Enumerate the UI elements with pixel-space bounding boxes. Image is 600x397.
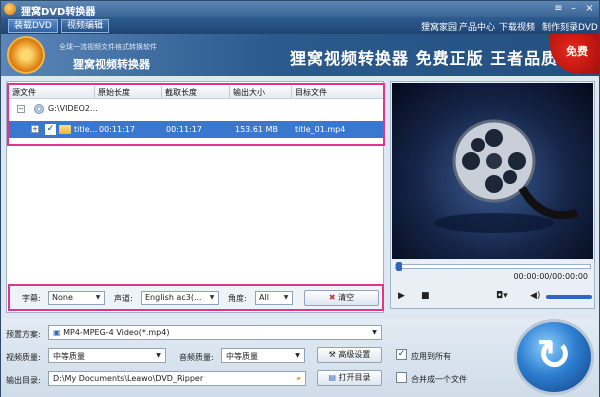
chevron-down-icon: ▼: [372, 329, 377, 336]
settings-panel: 预置方案: ▣ MP4-MPEG-4 Video(*.mp4) ▼ 视频质量: …: [1, 319, 599, 397]
disc-row[interactable]: − G:\VIDEO2...: [9, 100, 383, 119]
merge-label: 合并成一个文件: [411, 375, 467, 384]
audio-label: 声道:: [114, 294, 133, 303]
banner: 全球一流视频文件格式转换软件 狸窝视频转换器 狸窝视频转换器 免费正版 王者品质…: [1, 34, 599, 76]
track-options-bar: 字幕: None ▼ 声道: English ac3(... ▼ 角度: All…: [8, 284, 384, 311]
file-panel: 源文件 原始长度 截取长度 输出大小 目标文件 − G:\VIDEO2... +…: [6, 81, 385, 313]
title-bar: 狸窝DVD转换器 ≡ – ×: [1, 1, 599, 18]
audio-quality-select[interactable]: 中等质量 ▼: [221, 348, 305, 363]
col-target-file[interactable]: 目标文件: [295, 87, 327, 98]
output-label: 输出目录:: [6, 376, 41, 385]
film-reel-graphic: [434, 119, 579, 233]
audio-quality-label: 音频质量:: [179, 353, 214, 362]
tab-video-edit[interactable]: 视频编辑: [61, 19, 110, 33]
window-title: 狸窝DVD转换器: [21, 7, 96, 18]
angle-label: 角度:: [228, 294, 247, 303]
seek-knob[interactable]: [396, 262, 402, 271]
col-trim-length[interactable]: 截取长度: [165, 87, 197, 98]
link-download[interactable]: 下载视频: [499, 20, 535, 33]
video-preview: [392, 83, 593, 259]
banner-slogan: 狸窝视频转换器 免费正版 王者品质: [290, 49, 559, 68]
folder-browse-icon[interactable]: ▰: [293, 373, 304, 384]
close-button[interactable]: ×: [583, 3, 596, 15]
clear-button[interactable]: ✖ 清空: [304, 290, 379, 306]
clear-label: 清空: [338, 293, 355, 302]
row-target: title_01.mp4: [295, 125, 346, 134]
link-home[interactable]: 狸窝家园: [421, 20, 457, 33]
output-path-field[interactable]: D:\My Documents\Leawo\DVD_Ripper ▰: [48, 371, 306, 386]
stop-icon[interactable]: ■: [421, 291, 430, 301]
merge-checkbox[interactable]: [396, 372, 407, 383]
menu-row: 装载DVD 视频编辑 狸窝家园 产品中心 下载视频 制作刻录DVD: [1, 17, 599, 34]
chevron-down-icon: ▼: [295, 352, 300, 359]
row-original: 00:11:17: [99, 125, 135, 134]
collapse-icon[interactable]: −: [17, 105, 25, 113]
row-name: title...: [74, 125, 98, 134]
film-reel-logo-icon: [7, 36, 45, 74]
preset-select[interactable]: ▣ MP4-MPEG-4 Video(*.mp4) ▼: [48, 325, 382, 340]
advanced-label: 高级设置: [338, 350, 371, 359]
table-row[interactable]: + ✓ title... 00:11:17 00:11:17 153.61 MB…: [9, 121, 383, 138]
expand-icon[interactable]: +: [31, 125, 39, 133]
link-products[interactable]: 产品中心: [459, 20, 495, 33]
audio-value: English ac3(...: [145, 293, 202, 302]
output-path: D:\My Documents\Leawo\DVD_Ripper: [53, 374, 204, 383]
file-list: 源文件 原始长度 截取长度 输出大小 目标文件 − G:\VIDEO2... +…: [7, 83, 385, 146]
video-quality-label: 视频质量:: [6, 353, 41, 362]
apply-all-label: 应用到所有: [411, 352, 451, 361]
row-trim: 00:11:17: [166, 125, 202, 134]
row-size: 153.61 MB: [235, 125, 278, 134]
subtitle-label: 字幕:: [22, 294, 41, 303]
time-display: 00:00:00/00:00:00: [513, 272, 588, 281]
preset-label: 预置方案:: [6, 330, 41, 339]
preset-value: MP4-MPEG-4 Video(*.mp4): [63, 328, 170, 337]
tab-load-dvd[interactable]: 装载DVD: [8, 19, 58, 33]
clear-icon: ✖: [328, 293, 339, 302]
convert-button[interactable]: ↻: [514, 319, 594, 395]
subtitle-value: None: [52, 293, 73, 302]
seek-slider[interactable]: [395, 262, 591, 271]
folder-icon: [59, 125, 71, 134]
audio-quality-value: 中等质量: [226, 352, 258, 361]
app-window: 狸窝DVD转换器 ≡ – × 装载DVD 视频编辑 狸窝家园 产品中心 下载视频…: [0, 0, 600, 397]
preview-panel: 00:00:00/00:00:00 ▶ ■ ◘▾ ◀): [390, 81, 595, 309]
angle-value: All: [259, 293, 269, 302]
convert-icon: ↻: [536, 330, 572, 379]
video-file-icon: ▣: [53, 328, 64, 337]
play-icon[interactable]: ▶: [398, 291, 405, 301]
video-quality-select[interactable]: 中等质量 ▼: [48, 348, 166, 363]
chevron-down-icon: ▼: [156, 352, 161, 359]
chevron-down-icon: ▼: [209, 294, 215, 301]
col-original-length[interactable]: 原始长度: [98, 87, 130, 98]
chevron-down-icon: ▼: [283, 294, 289, 301]
disc-icon: [34, 104, 44, 114]
open-dir-label: 打开目录: [338, 373, 371, 382]
volume-slider[interactable]: [546, 295, 592, 299]
app-logo-icon: [4, 3, 16, 15]
row-checkbox[interactable]: ✓: [45, 124, 56, 135]
banner-tagline: 全球一流视频文件格式转换软件: [59, 43, 157, 51]
skin-icon[interactable]: ≡: [552, 3, 565, 15]
video-quality-value: 中等质量: [53, 352, 85, 361]
angle-select[interactable]: All ▼: [255, 291, 293, 305]
audio-select[interactable]: English ac3(... ▼: [141, 291, 219, 305]
col-output-size[interactable]: 输出大小: [233, 87, 265, 98]
tools-icon: ⚒: [328, 350, 339, 359]
apply-all-checkbox[interactable]: ✓: [396, 349, 407, 360]
advanced-settings-button[interactable]: ⚒ 高级设置: [317, 347, 382, 363]
link-burn-dvd[interactable]: 制作刻录DVD: [542, 20, 598, 33]
camera-icon[interactable]: ◘▾: [496, 291, 508, 301]
banner-product-name: 狸窝视频转换器: [73, 58, 150, 71]
table-header: 源文件 原始长度 截取长度 输出大小 目标文件: [9, 85, 383, 99]
subtitle-select[interactable]: None ▼: [48, 291, 105, 305]
disc-path: G:\VIDEO2...: [48, 104, 98, 113]
folder-icon: ▤: [328, 373, 339, 382]
volume-icon[interactable]: ◀): [530, 291, 540, 301]
minimize-button[interactable]: –: [567, 3, 580, 15]
open-directory-button[interactable]: ▤ 打开目录: [317, 370, 382, 386]
col-source[interactable]: 源文件: [12, 87, 36, 98]
chevron-down-icon: ▼: [95, 294, 101, 301]
